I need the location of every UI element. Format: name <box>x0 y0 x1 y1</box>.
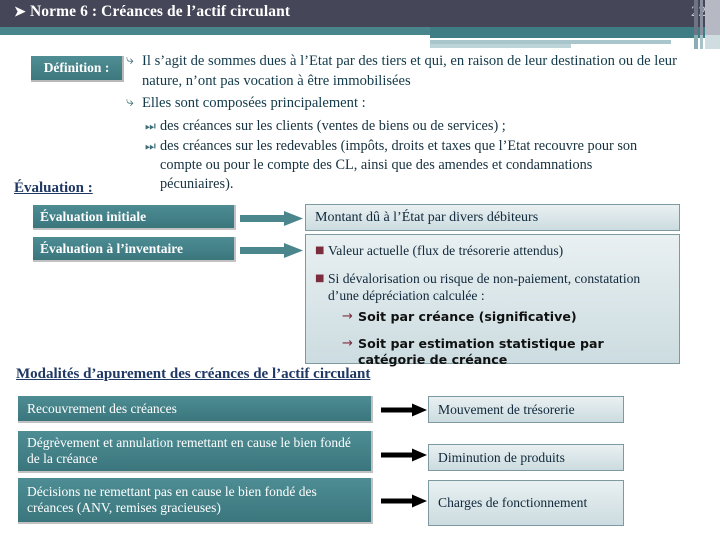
square-bullet-icon: ■ <box>315 245 325 256</box>
modalites-target-box-2: Diminution de produits <box>428 444 624 471</box>
definition-sub-bullet-1: ⏭ des créances sur les clients (ventes d… <box>145 117 665 136</box>
header-band-gap <box>0 35 430 49</box>
definition-sub-bullet-1-text: des créances sur les clients (ventes de … <box>160 118 506 134</box>
valeur-sub-item-2-text: Soit par estimation statistique par caté… <box>358 336 604 367</box>
right-arrow-teal-icon <box>240 211 303 226</box>
header-accent-band-light-2 <box>430 44 571 48</box>
arrow-right-icon: → <box>342 309 353 324</box>
arrow-right-icon: → <box>342 336 353 351</box>
modalites-target-box-3: Charges de fonctionnement <box>428 480 624 526</box>
modalites-source-box-3[interactable]: Décisions ne remettant pas en cause le b… <box>18 478 373 524</box>
right-arrow-black-icon <box>381 494 427 508</box>
definition-bullet-1: ⤷ Il s’agit de sommes dues à l’Etat par … <box>126 52 706 91</box>
definition-bullet-1-text: Il s’agit de sommes dues à l’Etat par de… <box>142 53 677 89</box>
valeur-panel: ■ Valeur actuelle (flux de trésorerie at… <box>305 234 680 367</box>
valeur-sub-item-2: → Soit par estimation statistique par ca… <box>342 336 670 367</box>
edge-stripe-low-2 <box>700 35 703 49</box>
evaluation-inventaire-box[interactable]: Évaluation à l’inventaire <box>33 237 236 262</box>
page-title: Norme 6 : Créances de l’actif circulant <box>30 3 291 20</box>
modalites-target-box-2-text: Diminution de produits <box>438 449 565 465</box>
modalites-source-box-1[interactable]: Recouvrement des créances <box>18 396 373 423</box>
definition-bullet-2: ⤷ Elles sont composées principalement : <box>126 94 576 114</box>
evaluation-heading: Évaluation : <box>14 180 93 196</box>
definition-sub-bullet-2: ⏭ des créances sur les redevables (impôt… <box>145 137 655 194</box>
montant-panel-text: Montant dû à l’État par divers débiteurs <box>315 209 539 225</box>
curved-arrow-bullet-icon: ⤷ <box>126 94 134 110</box>
valeur-item-1-text: Valeur actuelle (flux de trésorerie atte… <box>328 243 564 258</box>
valeur-item-2: ■ Si dévalorisation ou risque de non-pai… <box>315 270 670 304</box>
double-chevron-icon: ⏭ <box>145 139 156 153</box>
double-chevron-icon: ⏭ <box>145 119 156 133</box>
curved-arrow-bullet-icon: ⤷ <box>126 52 134 68</box>
valeur-item-1: ■ Valeur actuelle (flux de trésorerie at… <box>315 242 670 260</box>
valeur-sub-item-1: → Soit par créance (significative) <box>342 309 670 325</box>
header-accent-band-right <box>430 27 720 38</box>
definition-sub-bullet-2-text: des créances sur les redevables (impôts,… <box>160 138 638 192</box>
modalites-source-box-2[interactable]: Dégrèvement et annulation remettant en c… <box>18 431 373 473</box>
triangle-right-icon: ➤ <box>14 5 26 20</box>
edge-stripe-low-1 <box>694 35 698 49</box>
definition-bullet-2-text: Elles sont composées principalement : <box>142 95 366 111</box>
definition-tag: Définition : <box>31 56 124 82</box>
valeur-sub-item-1-text: Soit par créance (significative) <box>358 309 577 324</box>
modalites-target-box-3-text: Charges de fonctionnement <box>438 495 588 510</box>
right-arrow-black-icon <box>381 448 427 462</box>
evaluation-initiale-box[interactable]: Évaluation initiale <box>33 205 236 230</box>
square-bullet-icon: ■ <box>315 273 325 284</box>
right-arrow-teal-icon <box>240 243 303 258</box>
edge-stripe-low-3 <box>705 35 720 49</box>
valeur-item-2-text: Si dévalorisation ou risque de non-paiem… <box>328 271 641 303</box>
montant-panel: Montant dû à l’État par divers débiteurs <box>305 204 680 231</box>
modalites-target-box-1-text: Mouvement de trésorerie <box>438 401 575 417</box>
modalites-target-box-1: Mouvement de trésorerie <box>428 396 624 423</box>
modalites-heading: Modalités d’apurement des créances de l’… <box>16 366 371 382</box>
right-arrow-black-icon <box>381 403 427 417</box>
